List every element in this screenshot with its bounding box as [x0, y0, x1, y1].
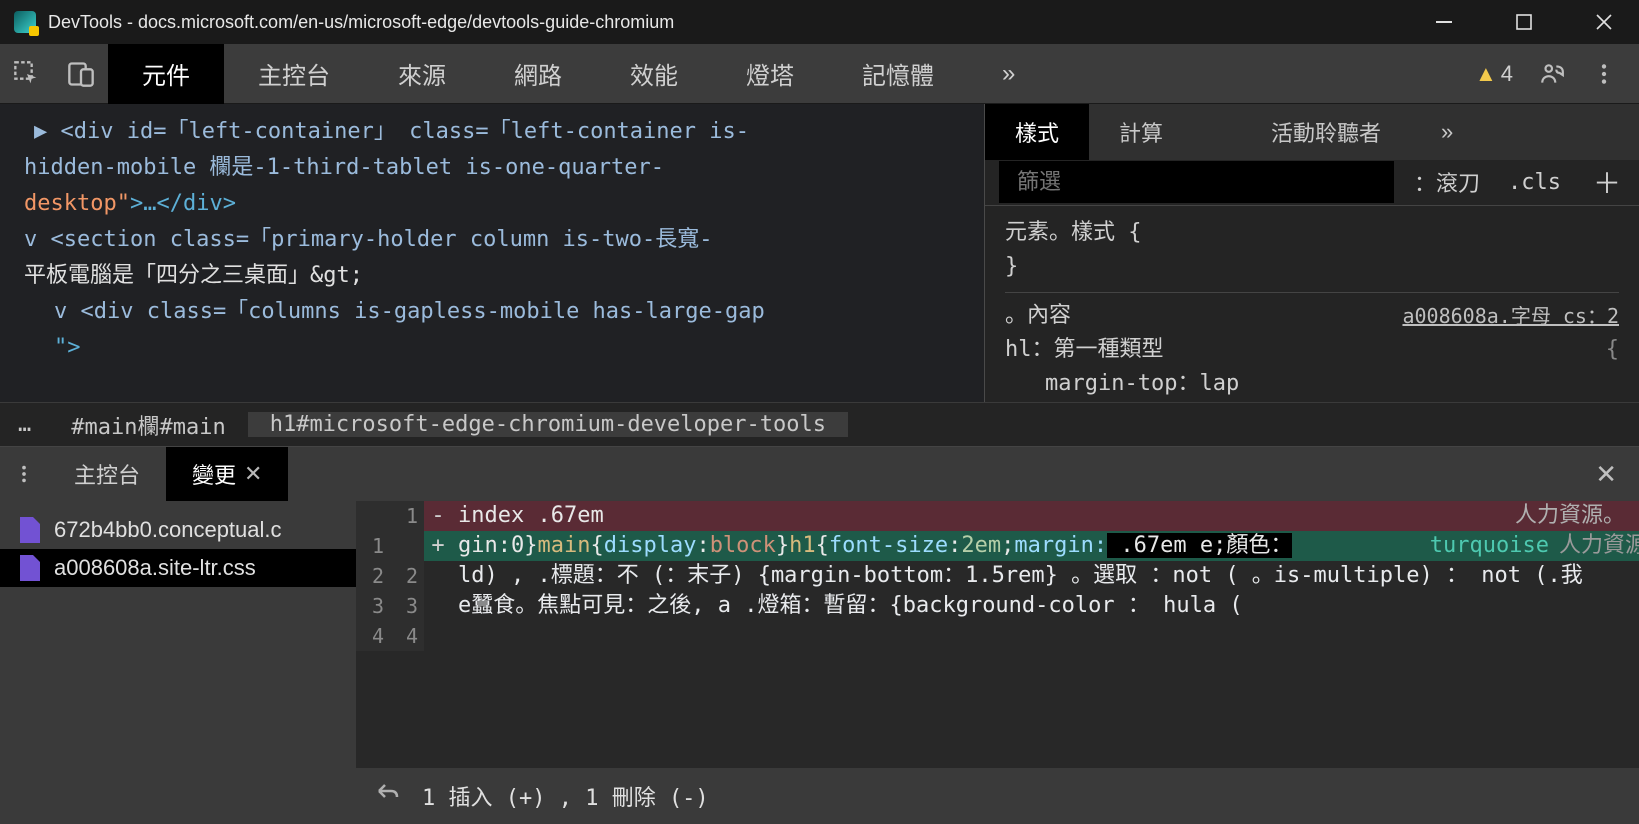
new-rule-button[interactable]: ＋ — [1575, 162, 1639, 202]
breadcrumb-item[interactable]: #main欄#main — [49, 409, 247, 441]
top-tabs: 元件 主控台 來源 網路 效能 燈塔 記憶體 » — [108, 44, 1475, 104]
feedback-icon[interactable] — [1539, 61, 1565, 87]
drawer: 主控台 變更✕ ✕ 672b4bb0.conceptual.c a008608a… — [0, 446, 1639, 824]
inspect-icon[interactable] — [0, 44, 54, 104]
close-button[interactable] — [1593, 11, 1615, 33]
tabs-overflow[interactable]: » — [968, 44, 1049, 104]
main-toolbar: 元件 主控台 來源 網路 效能 燈塔 記憶體 » ▲4 — [0, 44, 1639, 104]
maximize-button[interactable] — [1513, 11, 1535, 33]
file-icon — [20, 555, 40, 581]
file-icon — [20, 517, 40, 543]
styles-rules[interactable]: 元素。樣式 { } 。內容 a008608a.字母 cs：2 hl：第一種類型{… — [985, 206, 1639, 402]
tab-console[interactable]: 主控台 — [224, 44, 364, 104]
dom-node[interactable]: 平板電腦是「四分之三桌面」&gt; — [24, 258, 960, 294]
tab-network[interactable]: 網路 — [480, 44, 596, 104]
diff-line[interactable]: 22 ld) , .標題：不 (：末子) {margin-bottom：1.5r… — [356, 561, 1639, 591]
hover-toggle[interactable]: ：滾刀 — [1400, 166, 1494, 198]
drawer-tab-changes[interactable]: 變更✕ — [166, 447, 288, 501]
changes-file-list: 672b4bb0.conceptual.c a008608a.site-ltr.… — [0, 501, 356, 824]
styles-tabs-overflow[interactable]: » — [1411, 104, 1483, 160]
revert-icon[interactable] — [372, 781, 402, 811]
drawer-menu-icon[interactable] — [0, 463, 48, 485]
window-controls — [1433, 11, 1625, 33]
titlebar: DevTools - docs.microsoft.com/en-us/micr… — [0, 0, 1639, 44]
cls-toggle[interactable]: .cls — [1494, 170, 1575, 195]
diff-footer: 1 插入 (+) , 1 刪除 (-) — [356, 768, 1639, 824]
diff-summary: 1 插入 (+) , 1 刪除 (-) — [422, 780, 709, 812]
drawer-close-icon[interactable]: ✕ — [1573, 459, 1639, 490]
tab-performance[interactable]: 效能 — [596, 44, 712, 104]
dom-node[interactable]: desktop">…</div> — [24, 186, 960, 222]
window-title: DevTools - docs.microsoft.com/en-us/micr… — [48, 12, 674, 33]
minimize-button[interactable] — [1433, 11, 1455, 33]
diff-line[interactable]: 44 — [356, 621, 1639, 651]
app-icon — [14, 11, 36, 33]
styles-panel: 樣式 計算 活動聆聽者 » ：滾刀 .cls ＋ 元素。樣式 { } 。內容 a… — [984, 104, 1639, 402]
diff-view: 1 - index .67em人力資源。 1 + gin:0}main{disp… — [356, 501, 1639, 824]
dom-node[interactable]: v <section class=「primary-holder column … — [24, 222, 960, 258]
tab-elements[interactable]: 元件 — [108, 44, 224, 104]
elements-tree[interactable]: ▶ <div id=「left-container」 class=「left-c… — [0, 104, 984, 402]
stylesheet-link[interactable]: a008608a.字母 cs：2 — [1402, 299, 1619, 333]
styles-tab-computed[interactable]: 計算 — [1089, 104, 1193, 160]
breadcrumb: … #main欄#main h1#microsoft-edge-chromium… — [0, 402, 1639, 446]
tab-lighthouse[interactable]: 燈塔 — [712, 44, 828, 104]
dom-node[interactable]: v <div class=「columns is-gapless-mobile … — [24, 294, 960, 330]
diff-line[interactable]: 33 e蠶食。焦點可見：之後, a .燈箱：暫留：{background-col… — [356, 591, 1639, 621]
device-toggle-icon[interactable] — [54, 44, 108, 104]
breadcrumb-item-selected[interactable]: h1#microsoft-edge-chromium-developer-too… — [248, 412, 848, 437]
styles-filter-input[interactable] — [999, 161, 1394, 203]
rule-brace: { — [1606, 333, 1619, 367]
rule-close: } — [1005, 250, 1619, 284]
styles-tab-listeners[interactable]: 活動聆聽者 — [1241, 104, 1411, 160]
drawer-tab-console[interactable]: 主控台 — [48, 447, 166, 501]
tab-sources[interactable]: 來源 — [364, 44, 480, 104]
dom-node[interactable]: "> — [24, 330, 960, 366]
settings-menu-icon[interactable] — [1591, 61, 1617, 87]
dom-node[interactable]: ▶ <div id=「left-container」 class=「left-c… — [24, 114, 960, 150]
breadcrumb-more[interactable]: … — [0, 412, 49, 437]
warning-count: 4 — [1501, 61, 1513, 87]
warning-icon: ▲ — [1475, 61, 1497, 87]
rule-selector[interactable]: hl：第一種類型 — [1005, 333, 1606, 367]
warnings-badge[interactable]: ▲4 — [1475, 61, 1513, 87]
diff-line-added[interactable]: 1 + gin:0}main{display:block}h1{font-siz… — [356, 531, 1639, 561]
rule-selector[interactable]: 元素。樣式 { — [1005, 216, 1619, 250]
styles-tab-styles[interactable]: 樣式 — [985, 104, 1089, 160]
close-icon[interactable]: ✕ — [244, 461, 262, 487]
rule-property[interactable]: margin-top：lap — [1005, 367, 1619, 401]
dom-node[interactable]: hidden-mobile 欄是-1-third-tablet is-one-q… — [24, 150, 960, 186]
file-item[interactable]: 672b4bb0.conceptual.c — [0, 511, 356, 549]
file-item-selected[interactable]: a008608a.site-ltr.css — [0, 549, 356, 587]
tab-memory[interactable]: 記憶體 — [828, 44, 968, 104]
diff-line-deleted[interactable]: 1 - index .67em人力資源。 — [356, 501, 1639, 531]
